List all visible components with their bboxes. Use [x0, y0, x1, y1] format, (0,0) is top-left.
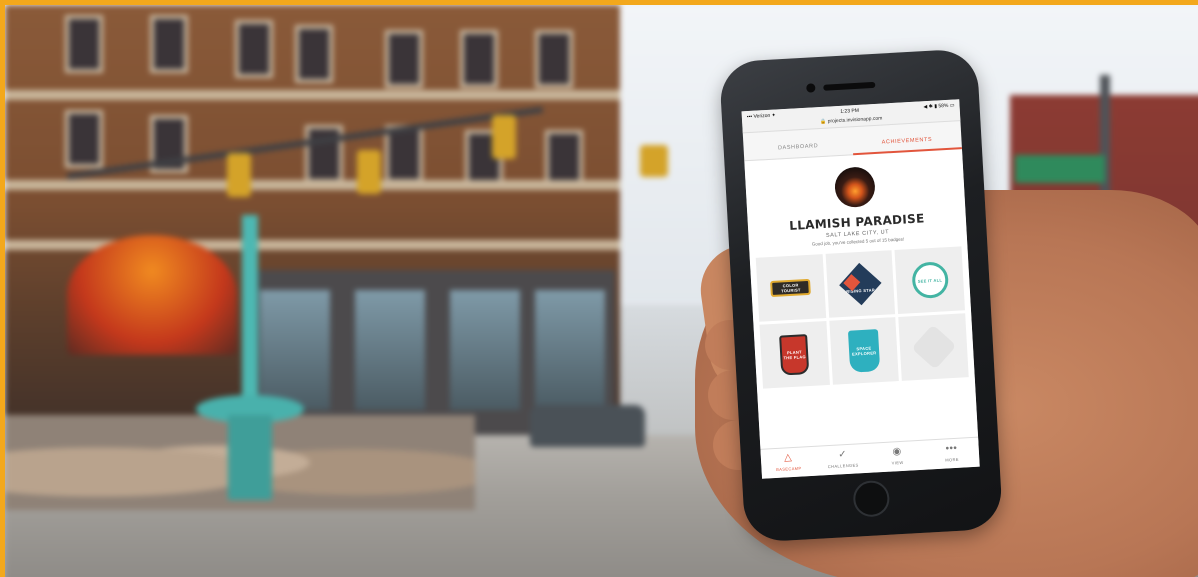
street-sign	[1015, 155, 1105, 183]
nav-label: MORE	[945, 456, 959, 463]
earpiece	[823, 81, 876, 91]
badge-cell[interactable]: RISING STAR	[825, 250, 896, 318]
battery-indicator: ◀ ✱ ▮ 58% ▭	[923, 102, 955, 111]
nav-label: CHALLENGES	[827, 462, 859, 470]
carrier-label: ▪▪▪ Verizon ✦	[746, 112, 776, 121]
photo-frame: ▪▪▪ Verizon ✦ 1:23 PM ◀ ✱ ▮ 58% ▭ 🔒 proj…	[5, 5, 1198, 577]
circle-badge-icon: SEE IT ALL	[910, 261, 949, 300]
badge-cell[interactable]	[898, 313, 969, 381]
locked-badge-icon	[911, 324, 957, 370]
front-camera	[806, 83, 816, 93]
brick-building	[5, 5, 620, 445]
badge-cell[interactable]: COLOR TOURIST	[755, 254, 826, 322]
badge-grid: COLOR TOURIST RISING STAR SEE IT ALL PLA…	[749, 238, 974, 389]
badge-cell[interactable]: SEE IT ALL	[894, 246, 965, 314]
smartphone: ▪▪▪ Verizon ✦ 1:23 PM ◀ ✱ ▮ 58% ▭ 🔒 proj…	[718, 48, 1004, 543]
badge-cell[interactable]: PLANT THE FLAG	[759, 320, 830, 389]
achievements-panel: LLAMISH PARADISE SALT LAKE CITY, UT Good…	[744, 149, 979, 461]
star-badge-icon: RISING STAR	[839, 262, 882, 306]
nav-view[interactable]: ◉ VIEW	[869, 441, 925, 473]
avatar	[833, 166, 877, 209]
badge-cell[interactable]: SPACE EXPLORER	[829, 317, 900, 385]
nav-basecamp[interactable]: △ BASECAMP	[760, 447, 816, 479]
flag-badge-icon: PLANT THE FLAG	[779, 334, 810, 376]
parked-car	[530, 405, 645, 447]
teal-fountain	[196, 215, 304, 500]
nav-more[interactable]: ••• MORE	[924, 438, 980, 470]
nav-challenges[interactable]: ✓ CHALLENGES	[815, 444, 871, 476]
clock: 1:23 PM	[840, 107, 860, 115]
check-circle-icon: ✓	[837, 449, 848, 461]
nav-label: VIEW	[891, 459, 904, 466]
more-icon: •••	[945, 442, 958, 455]
mountain-icon: △	[783, 452, 793, 464]
eye-icon: ◉	[892, 445, 902, 458]
moon-badge-icon: SPACE EXPLORER	[847, 329, 881, 373]
phone-screen: ▪▪▪ Verizon ✦ 1:23 PM ◀ ✱ ▮ 58% ▭ 🔒 proj…	[741, 99, 980, 479]
banner-badge-icon: COLOR TOURIST	[770, 278, 812, 298]
nav-label: BASECAMP	[775, 465, 802, 473]
home-button[interactable]	[852, 479, 891, 518]
